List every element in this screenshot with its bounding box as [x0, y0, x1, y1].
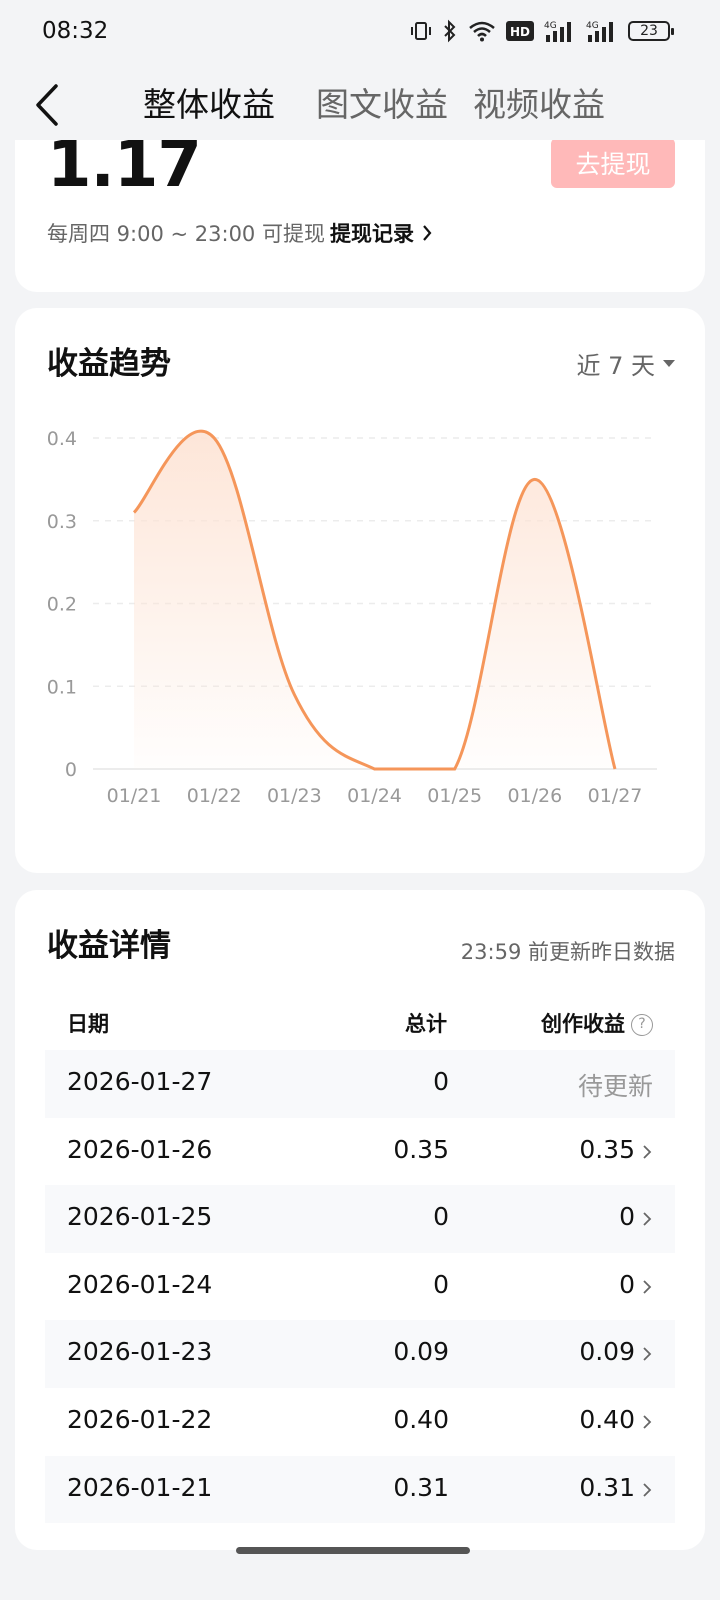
status-bar: 08:32 HD 4G 4G 23 [0, 0, 720, 64]
bluetooth-icon [444, 19, 456, 43]
row-date: 2026-01-22 [67, 1404, 213, 1434]
vibrate-icon [411, 22, 431, 40]
x-tick-label: 01/25 [427, 785, 482, 807]
back-arrow-icon[interactable] [30, 82, 70, 128]
detail-table: 2026-01-27 0 待更新 2026-01-26 0.35 0.35 2026-01-… [45, 1050, 675, 1524]
signal-icon: 4G [544, 21, 571, 42]
x-tick-label: 01/26 [507, 785, 562, 807]
data-point [613, 767, 617, 771]
help-icon[interactable]: ? [631, 1014, 653, 1036]
chevron-right-icon [643, 1482, 652, 1497]
row-earnings: 0 [619, 1269, 635, 1299]
data-point [453, 767, 457, 771]
row-date: 2026-01-25 [67, 1202, 213, 1232]
status-icons: HD 4G 4G 23 [410, 18, 674, 44]
chevron-right-icon [643, 1280, 652, 1294]
data-point [533, 477, 537, 481]
hd-icon: HD [506, 21, 534, 41]
row-earnings: 0.31 [579, 1472, 635, 1502]
row-date: 2026-01-24 [67, 1269, 213, 1299]
update-note: 23:59 前更新昨日数据 [460, 940, 675, 964]
wifi-icon [469, 21, 495, 42]
detail-title: 收益详情 [47, 928, 171, 964]
row-total: 0.40 [393, 1404, 449, 1434]
battery-icon: 23 [628, 21, 674, 41]
data-point [132, 510, 136, 514]
y-tick-label: 0.4 [47, 428, 77, 450]
tab-overall-earnings[interactable]: 整体收益 [143, 78, 275, 126]
status-time: 08:32 [42, 18, 109, 44]
chevron-right-icon [643, 1347, 652, 1362]
chevron-right-icon [643, 1144, 652, 1159]
row-total: 0.35 [393, 1134, 449, 1164]
row-total: 0 [433, 1067, 449, 1096]
withdraw-record-label: 提现记录 [330, 222, 414, 246]
y-tick-label: 0.3 [47, 511, 77, 533]
svg-text:4G: 4G [586, 21, 599, 31]
table-row[interactable]: 2026-01-22 0.40 0.40 [45, 1388, 675, 1456]
table-row[interactable]: 2026-01-23 0.09 0.09 [45, 1320, 675, 1388]
table-row[interactable]: 2026-01-27 0 待更新 [45, 1050, 675, 1118]
header-total: 总计 [405, 1012, 447, 1036]
y-tick-label: 0.1 [47, 676, 77, 698]
trend-card: 收益趋势 近 7 天 0 0.1 0.2 0.3 0.4 01/21 01/22 01/23 0… [15, 308, 705, 873]
row-total: 0 [433, 1202, 449, 1232]
data-point [212, 436, 216, 440]
table-row[interactable]: 2026-01-25 0 0 [45, 1185, 675, 1253]
x-tick-label: 01/27 [588, 785, 643, 807]
home-indicator[interactable] [236, 1547, 470, 1554]
svg-text:4G: 4G [544, 21, 557, 31]
data-point [292, 693, 296, 697]
chevron-right-icon [643, 1212, 652, 1226]
earnings-trend-chart: 0 0.1 0.2 0.3 0.4 01/21 01/22 01/23 01/24 01/25 01… [47, 428, 657, 807]
table-row[interactable]: 2026-01-24 0 0 [45, 1253, 675, 1321]
tab-video-earnings[interactable]: 视频收益 [473, 78, 605, 126]
table-row[interactable]: 2026-01-21 0.31 0.31 [45, 1455, 675, 1524]
x-tick-label: 01/21 [107, 785, 162, 807]
signal-icon-2: 4G [586, 21, 613, 42]
data-point [373, 767, 377, 771]
header-earnings-label: 创作收益 [541, 1012, 625, 1036]
withdraw-schedule: 每周四 9:00 ~ 23:00 可提现 [47, 222, 325, 246]
series-area [134, 431, 615, 769]
top-nav: 整体收益 图文收益 视频收益 [0, 64, 720, 140]
x-tick-label: 01/23 [267, 785, 322, 807]
row-earnings: 0.09 [579, 1337, 635, 1367]
x-tick-label: 01/22 [187, 785, 242, 807]
y-tick-label: 0.2 [47, 594, 77, 616]
chevron-right-icon [423, 225, 432, 241]
row-earnings: 0.40 [579, 1404, 635, 1434]
header-earnings: 创作收益? [541, 1008, 653, 1038]
table-row[interactable]: 2026-01-26 0.35 0.35 [45, 1118, 675, 1186]
withdraw-record-link[interactable]: 提现记录 [330, 218, 432, 248]
row-total: 0.31 [393, 1472, 449, 1502]
row-earnings: 待更新 [577, 1072, 653, 1101]
row-total: 0 [433, 1269, 449, 1299]
row-earnings: 0 [619, 1202, 635, 1232]
balance-card: 1.17 去提现 每周四 9:00 ~ 23:00 可提现 提现记录 [15, 120, 705, 292]
x-tick-label: 01/24 [347, 785, 402, 807]
chevron-right-icon [643, 1415, 652, 1429]
row-date: 2026-01-26 [67, 1134, 213, 1164]
row-date: 2026-01-23 [67, 1337, 213, 1367]
svg-text:HD: HD [510, 25, 530, 39]
tab-article-earnings[interactable]: 图文收益 [316, 78, 448, 126]
row-date: 2026-01-21 [67, 1472, 213, 1502]
withdraw-button[interactable]: 去提现 [551, 138, 675, 188]
detail-card: 收益详情 23:59 前更新昨日数据 日期 总计 创作收益? 2026-01-2… [15, 890, 705, 1550]
header-date: 日期 [67, 1012, 109, 1036]
y-tick-label: 0 [65, 759, 77, 781]
row-earnings: 0.35 [579, 1134, 635, 1164]
row-date: 2026-01-27 [67, 1067, 213, 1096]
row-total: 0.09 [393, 1337, 449, 1367]
